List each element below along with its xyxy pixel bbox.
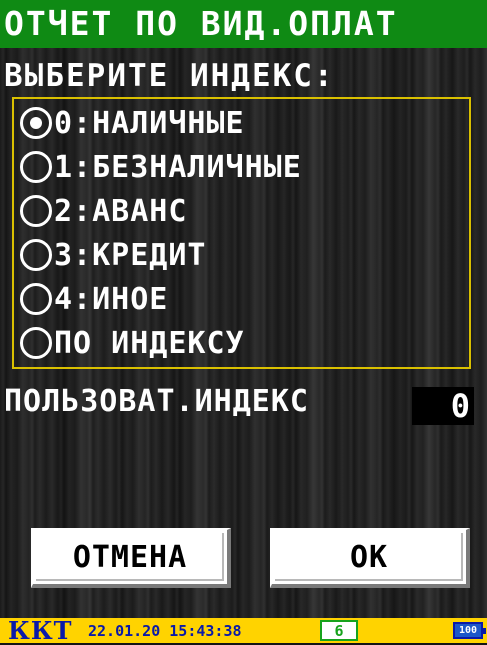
cancel-button[interactable]: ОТМЕНА — [31, 528, 231, 588]
radio-icon[interactable] — [20, 151, 52, 183]
shift-number-badge: 6 — [320, 620, 358, 641]
user-index-input[interactable]: 0 — [412, 387, 474, 425]
payment-type-option-group: 0:НАЛИЧНЫЕ 1:БЕЗНАЛИЧНЫЕ 2:АВАНС 3:КРЕДИ… — [12, 97, 471, 369]
option-other[interactable]: 4:ИНОЕ — [20, 279, 168, 319]
ok-button[interactable]: ОК — [270, 528, 470, 588]
radio-selected-icon[interactable] — [20, 107, 52, 139]
status-datetime: 22.01.20 15:43:38 — [88, 622, 242, 640]
option-label: 1:БЕЗНАЛИЧНЫЕ — [54, 149, 302, 185]
ok-button-label: ОК — [349, 540, 389, 575]
cancel-button-label: ОТМЕНА — [72, 540, 188, 575]
radio-icon[interactable] — [20, 283, 52, 315]
option-label: 4:ИНОЕ — [54, 281, 169, 317]
option-cash[interactable]: 0:НАЛИЧНЫЕ — [20, 103, 245, 143]
option-label: ПО ИНДЕКСУ — [54, 325, 245, 361]
option-label: 2:АВАНС — [54, 193, 188, 229]
radio-icon[interactable] — [20, 239, 52, 271]
radio-icon[interactable] — [20, 195, 52, 227]
option-label: 3:КРЕДИТ — [54, 237, 207, 273]
option-advance[interactable]: 2:АВАНС — [20, 191, 187, 231]
option-label: 0:НАЛИЧНЫЕ — [54, 105, 245, 141]
option-cashless[interactable]: 1:БЕЗНАЛИЧНЫЕ — [20, 147, 302, 187]
user-index-label: ПОЛЬЗОВАТ.ИНДЕКС — [4, 384, 309, 419]
option-credit[interactable]: 3:КРЕДИТ — [20, 235, 207, 275]
page-title: ОТЧЕТ ПО ВИД.ОПЛАТ — [0, 0, 487, 48]
select-index-prompt: ВЫБЕРИТЕ ИНДЕКС: — [4, 58, 335, 94]
option-by-index[interactable]: ПО ИНДЕКСУ — [20, 323, 245, 363]
battery-icon: 100 — [453, 622, 486, 639]
status-bar: ККТ 22.01.20 15:43:38 6 100 — [0, 618, 487, 643]
radio-icon[interactable] — [20, 327, 52, 359]
device-label: ККТ — [8, 616, 73, 645]
